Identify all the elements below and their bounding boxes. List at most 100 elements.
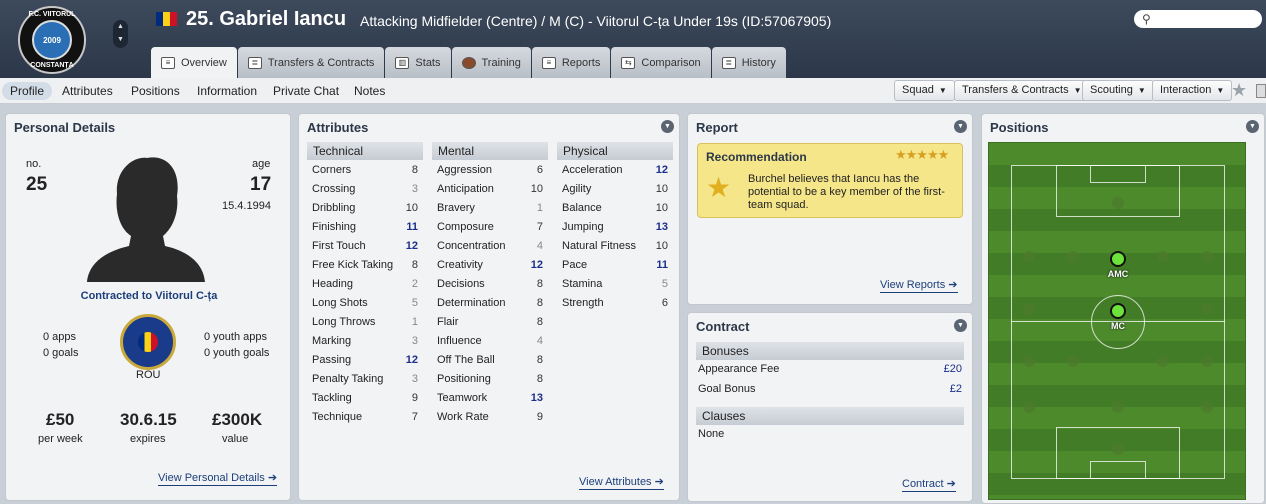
empty-position-marker bbox=[1201, 355, 1213, 367]
national-team-badge-icon[interactable] bbox=[120, 314, 176, 370]
chevron-down-icon: ▼ bbox=[1216, 86, 1225, 95]
transfers-contracts-dropdown[interactable]: Transfers & Contracts ▼ bbox=[954, 80, 1090, 101]
star-icon: ★ bbox=[706, 172, 732, 203]
nationality-code: ROU bbox=[136, 369, 161, 381]
position-amc-marker[interactable] bbox=[1110, 251, 1126, 267]
empty-position-marker bbox=[1157, 251, 1169, 263]
player-subtitle: Attacking Midfielder (Centre) / M (C) - … bbox=[360, 13, 832, 29]
attribute-value: 9 bbox=[411, 392, 418, 404]
attribute-row: Free Kick Taking 8 bbox=[307, 256, 423, 275]
view-attributes-link[interactable]: View Attributes ➔ bbox=[579, 476, 664, 490]
contract-club-link[interactable]: Contracted to Viitorul C-ța bbox=[6, 290, 292, 302]
attribute-value: 13 bbox=[530, 392, 543, 404]
attribute-name: First Touch bbox=[312, 240, 366, 252]
view-reports-link[interactable]: View Reports ➔ bbox=[880, 279, 958, 293]
tab-history[interactable]: ≣ History bbox=[711, 47, 786, 78]
expires-label: expires bbox=[130, 433, 166, 445]
attribute-row: Anticipation 10 bbox=[432, 180, 548, 199]
attribute-row: Penalty Taking 3 bbox=[307, 370, 423, 389]
tab-stats[interactable]: ▥ Stats bbox=[385, 47, 451, 78]
squad-dropdown[interactable]: Squad ▼ bbox=[894, 80, 955, 101]
subtab-positions[interactable]: Positions bbox=[123, 82, 188, 100]
history-icon: ≣ bbox=[721, 56, 736, 69]
link-label: View Attributes bbox=[579, 476, 652, 488]
dropdown-label: Scouting bbox=[1090, 84, 1133, 96]
empty-position-marker bbox=[1023, 303, 1035, 315]
attribute-row: Decisions 8 bbox=[432, 275, 548, 294]
club-crest[interactable]: F.C. VIITORUL 2009 CONSTANȚA bbox=[18, 6, 86, 74]
arrow-right-icon: ➔ bbox=[267, 472, 278, 484]
column-header: Mental bbox=[432, 142, 548, 160]
subtab-information[interactable]: Information bbox=[189, 82, 265, 100]
attribute-row: Work Rate 9 bbox=[432, 408, 548, 427]
link-label: View Reports bbox=[880, 279, 946, 291]
title-bar: F.C. VIITORUL 2009 CONSTANȚA ▲ ▼ 25. Gabr… bbox=[0, 0, 1266, 78]
attribute-value: 6 bbox=[536, 164, 543, 176]
attribute-name: Concentration bbox=[437, 240, 506, 252]
tab-comparison[interactable]: ⇆ Comparison bbox=[611, 47, 711, 78]
scouting-dropdown[interactable]: Scouting ▼ bbox=[1082, 80, 1154, 101]
crest-bottom-text: CONSTANȚA bbox=[30, 62, 74, 69]
search-input[interactable]: ⚲ bbox=[1134, 10, 1262, 28]
attribute-name: Technique bbox=[312, 411, 363, 423]
attribute-row: Bravery 1 bbox=[432, 199, 548, 218]
attribute-value: 4 bbox=[536, 240, 543, 252]
attribute-name: Marking bbox=[312, 335, 352, 347]
attribute-value: 1 bbox=[411, 316, 418, 328]
interaction-dropdown[interactable]: Interaction ▼ bbox=[1152, 80, 1233, 101]
view-personal-details-link[interactable]: View Personal Details ➔ bbox=[158, 472, 278, 486]
tab-reports[interactable]: ≡ Reports bbox=[531, 47, 611, 78]
attribute-value: 7 bbox=[411, 411, 418, 423]
subtab-notes[interactable]: Notes bbox=[346, 82, 393, 100]
attribute-value: 9 bbox=[536, 411, 543, 423]
attribute-name: Stamina bbox=[562, 278, 603, 290]
attribute-value: 12 bbox=[655, 164, 668, 176]
attribute-value: 8 bbox=[411, 259, 418, 271]
attribute-name: Passing bbox=[312, 354, 352, 366]
empty-position-marker bbox=[1201, 251, 1213, 263]
star-rating-icon: ★★★★★ bbox=[895, 147, 949, 162]
panel-menu-icon[interactable]: ▼ bbox=[954, 120, 967, 133]
attribute-row: Passing 12 bbox=[307, 351, 423, 370]
panel-menu-icon[interactable]: ▼ bbox=[954, 319, 967, 332]
attribute-name: Work Rate bbox=[437, 411, 489, 423]
attribute-value: 8 bbox=[536, 316, 543, 328]
row-value: £2 bbox=[949, 383, 962, 395]
row-label: Appearance Fee bbox=[698, 363, 780, 375]
attribute-name: Corners bbox=[312, 164, 352, 176]
prev-next-player-arrows-icon[interactable]: ▲ ▼ bbox=[113, 20, 128, 48]
position-mc-label: MC bbox=[1111, 321, 1125, 331]
subtab-private-chat[interactable]: Private Chat bbox=[265, 82, 347, 100]
attribute-row: First Touch 12 bbox=[307, 237, 423, 256]
panel-menu-icon[interactable]: ▼ bbox=[1246, 120, 1259, 133]
attribute-row: Strength 6 bbox=[557, 294, 673, 313]
tab-overview[interactable]: ≡ Overview bbox=[151, 47, 237, 78]
subtab-attributes[interactable]: Attributes bbox=[54, 82, 121, 100]
attribute-row: Corners 8 bbox=[307, 161, 423, 180]
attribute-row: Dribbling 10 bbox=[307, 199, 423, 218]
notes-icon[interactable] bbox=[1256, 84, 1266, 98]
attribute-value: 10 bbox=[530, 183, 543, 195]
row-label: None bbox=[698, 428, 725, 440]
tab-training[interactable]: Training bbox=[451, 47, 531, 78]
position-mc-marker[interactable] bbox=[1110, 303, 1126, 319]
subtab-profile[interactable]: Profile bbox=[2, 82, 53, 100]
attribute-name: Influence bbox=[437, 335, 482, 347]
attribute-row: Influence 4 bbox=[432, 332, 548, 351]
star-icon[interactable]: ★ bbox=[1231, 80, 1247, 101]
tab-transfers-contracts[interactable]: ≣ Transfers & Contracts bbox=[237, 47, 385, 78]
overview-icon: ≡ bbox=[161, 56, 175, 69]
attribute-name: Dribbling bbox=[312, 202, 356, 214]
empty-position-marker bbox=[1023, 401, 1035, 413]
football-pitch: AMC MC bbox=[988, 142, 1246, 500]
attribute-name: Flair bbox=[437, 316, 459, 328]
attribute-row: Heading 2 bbox=[307, 275, 423, 294]
attribute-row: Jumping 13 bbox=[557, 218, 673, 237]
attribute-value: 8 bbox=[536, 373, 543, 385]
panel-menu-icon[interactable]: ▼ bbox=[661, 120, 674, 133]
contract-link[interactable]: Contract ➔ bbox=[902, 478, 956, 492]
attribute-value: 10 bbox=[655, 183, 668, 195]
empty-position-marker bbox=[1067, 251, 1079, 263]
attribute-row: Long Throws 1 bbox=[307, 313, 423, 332]
attribute-value: 8 bbox=[536, 278, 543, 290]
